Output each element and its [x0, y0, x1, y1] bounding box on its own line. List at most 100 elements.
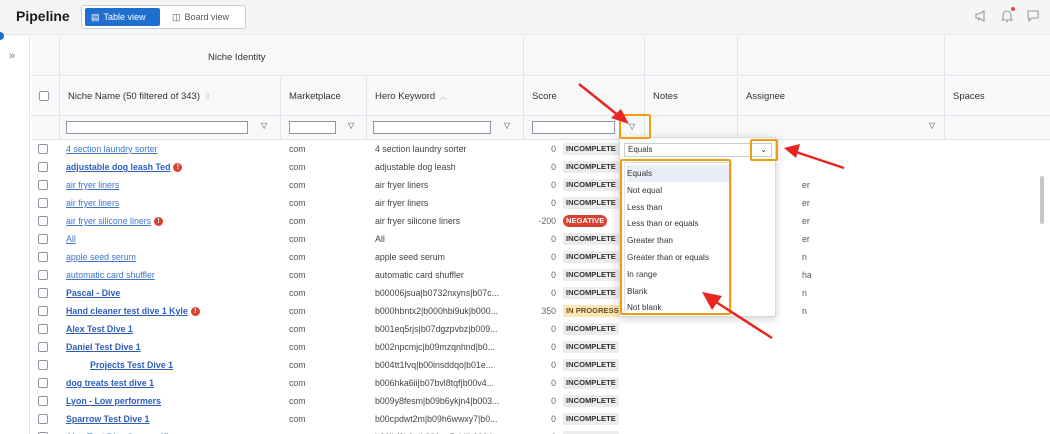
filter-marketplace: ▽ [281, 116, 367, 139]
marketplace-filter-input[interactable] [289, 121, 336, 134]
filter-option[interactable]: Not blank [627, 299, 662, 316]
niche-name-link[interactable]: apple seed serum [66, 252, 136, 262]
status-badge: INCOMPLETE [563, 161, 619, 173]
row-checkbox[interactable] [38, 306, 48, 316]
score-filter-input[interactable] [532, 121, 615, 134]
row-checkbox[interactable] [38, 144, 48, 154]
col-niche-name[interactable]: Niche Name (50 filtered of 343) ⇳ [60, 77, 281, 115]
status-badge: INCOMPLETE [563, 323, 619, 335]
filter-option[interactable]: Greater than [627, 232, 673, 249]
table-row[interactable]: Projects Test Dive 1 com b004tt1fvq|b00ins… [31, 356, 1050, 374]
niche-name-link[interactable]: Sparrow Test Dive 1 [66, 414, 149, 424]
table-row[interactable]: Sparrow Test Dive 1 com b00cpdwt2m|b09h6ww… [31, 410, 1050, 428]
niche-name-link[interactable]: 4 section laundry sorter [66, 144, 157, 154]
filter-option[interactable]: Less than [627, 199, 663, 216]
niche-name-link[interactable]: air fryer liners [66, 198, 119, 208]
niche-name-link[interactable]: air fryer liners [66, 180, 119, 190]
top-icons [974, 7, 1040, 23]
niche-name-link[interactable]: air fryer silicone liners [66, 216, 151, 226]
table-row[interactable]: All com All 0 INCOMPLETE [31, 230, 1050, 248]
col-notes[interactable]: Notes [645, 77, 738, 115]
niche-name-link[interactable]: Alex Test Dive 1 [66, 324, 133, 334]
niche-name-filter-input[interactable] [66, 121, 248, 134]
row-checkbox[interactable] [38, 216, 48, 226]
table-row[interactable]: apple seed serum com apple seed serum 0 INCO… [31, 248, 1050, 266]
row-checkbox[interactable] [38, 180, 48, 190]
table-row[interactable]: 4 section laundry sorter com 4 section lau… [31, 140, 1050, 158]
table-row[interactable]: Daniel Test Dive 1 com b002npcmjc|b09mzqnh… [31, 338, 1050, 356]
table-row[interactable]: Alex Test Dive 2 - specific com b00lhf9k6a… [31, 428, 1050, 434]
col-assignee[interactable]: Assignee [738, 77, 945, 115]
row-checkbox[interactable] [38, 324, 48, 334]
niche-name-link[interactable]: Projects Test Dive 1 [90, 360, 173, 370]
filter-option[interactable]: Not equal [627, 182, 662, 199]
hero-keyword-cell: air fryer silicone liners [375, 216, 461, 226]
row-checkbox[interactable] [38, 288, 48, 298]
table-view-button[interactable]: ▤ Table view [85, 8, 160, 26]
assignee-cell: n [802, 252, 807, 262]
row-checkbox[interactable] [38, 270, 48, 280]
table-row[interactable]: automatic card shuffler com automatic card… [31, 266, 1050, 284]
niche-name-link[interactable]: Pascal - Dive [66, 288, 120, 298]
niche-name-link[interactable]: dog treats test dive 1 [66, 378, 154, 388]
table-row[interactable]: air fryer liners com air fryer liners 0 INCO… [31, 194, 1050, 212]
niche-name-link[interactable]: adjustable dog leash Ted [66, 162, 170, 172]
row-checkbox[interactable] [38, 198, 48, 208]
col-spaces[interactable]: Spaces [945, 77, 1050, 115]
niche-name-link[interactable]: Lyon - Low performers [66, 396, 161, 406]
bell-icon[interactable] [1000, 7, 1015, 23]
select-all-checkbox[interactable] [39, 91, 49, 101]
sort-icon[interactable]: ⇳ [204, 92, 211, 101]
table-row[interactable]: Hand cleaner test dive 1 Kyle! com b000hbn… [31, 302, 1050, 320]
filter-option[interactable]: In range [627, 266, 657, 283]
table-row[interactable]: adjustable dog leash Ted! com adjustable d… [31, 158, 1050, 176]
score-value: 0 [530, 428, 556, 434]
col-marketplace[interactable]: Marketplace [281, 77, 367, 115]
score-filter-icon[interactable]: ▽ [629, 122, 635, 131]
niche-name-link[interactable]: All [66, 234, 76, 244]
assignee-filter-icon[interactable]: ▽ [929, 121, 935, 130]
filter-option[interactable]: Greater than or equals [627, 249, 709, 266]
row-checkbox[interactable] [38, 234, 48, 244]
row-checkbox[interactable] [38, 360, 48, 370]
table-row[interactable]: Alex Test Dive 1 com b001eq5rjs|b07dgzpvbz… [31, 320, 1050, 338]
chevron-down-icon[interactable]: ⌄ [760, 144, 767, 156]
row-checkbox[interactable] [38, 252, 48, 262]
chat-icon[interactable] [1026, 9, 1040, 23]
niche-name-link[interactable]: Hand cleaner test dive 1 Kyle [66, 306, 188, 316]
marketplace-cell: com [289, 162, 306, 172]
group-spacer-3 [645, 36, 738, 76]
vertical-scrollbar[interactable] [1040, 176, 1044, 224]
row-checkbox[interactable] [38, 162, 48, 172]
col-marketplace-label: Marketplace [289, 90, 341, 102]
hero-keyword-cell: b001eq5rjs|b07dgzpvbz|b009... [375, 324, 498, 334]
table-row[interactable]: Lyon - Low performers com b009y8fesm|b09b6… [31, 392, 1050, 410]
table-row[interactable]: dog treats test dive 1 com b006hka6ii|b07b… [31, 374, 1050, 392]
filter-option[interactable]: Less than or equals [627, 215, 698, 232]
table-row[interactable]: air fryer liners com air fryer liners 0 INCO… [31, 176, 1050, 194]
niche-name-link[interactable]: Daniel Test Dive 1 [66, 342, 141, 352]
filter-option[interactable]: Equals [627, 165, 729, 182]
table-row[interactable]: air fryer silicone liners! com air fryer s… [31, 212, 1050, 230]
col-hero-keyword[interactable]: Hero Keyword ︿ [367, 77, 524, 115]
hero-keyword-filter-input[interactable] [373, 121, 491, 134]
expand-sidebar-icon[interactable]: » [9, 50, 15, 62]
filter-type-select[interactable]: Equals ⌄ [624, 143, 772, 157]
row-checkbox[interactable] [38, 396, 48, 406]
row-checkbox[interactable] [38, 342, 48, 352]
row-checkbox[interactable] [38, 414, 48, 424]
table-row[interactable]: Pascal - Dive com b00006jsua|b0732nxyns|b0… [31, 284, 1050, 302]
status-badge: INCOMPLETE [563, 359, 619, 371]
view-toggle: ▤ Table view ◫ Board view [81, 5, 246, 29]
row-checkbox[interactable] [38, 378, 48, 388]
hero-keyword-filter-icon[interactable]: ▽ [504, 121, 510, 130]
marketplace-cell: com [289, 216, 306, 226]
megaphone-icon[interactable] [974, 9, 988, 23]
board-view-button[interactable]: ◫ Board view [166, 8, 242, 26]
col-score[interactable]: Score [524, 77, 645, 115]
filter-option[interactable]: Blank [627, 283, 647, 300]
niche-name-filter-icon[interactable]: ▽ [261, 121, 267, 130]
niche-name-link[interactable]: automatic card shuffler [66, 270, 155, 280]
sort-asc-icon[interactable]: ︿ [439, 91, 447, 102]
marketplace-filter-icon[interactable]: ▽ [348, 121, 354, 130]
